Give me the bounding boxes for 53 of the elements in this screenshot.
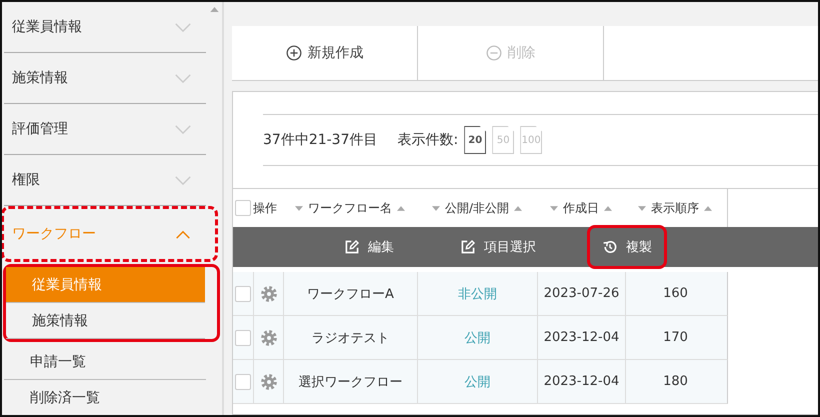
sort-up-icon[interactable]: [397, 206, 405, 210]
result-count: 37件中21-37件目: [263, 131, 378, 149]
sidebar-subitem[interactable]: 申請一覧: [4, 344, 206, 380]
settings-icon[interactable]: [260, 284, 278, 302]
history-icon: [602, 239, 618, 255]
settings-icon[interactable]: [260, 372, 278, 390]
sort-down-icon[interactable]: [432, 206, 440, 210]
column-header[interactable]: 公開/非公開: [417, 200, 537, 216]
edit-icon: [344, 239, 360, 255]
settings-icon[interactable]: [260, 328, 278, 346]
table-cell: 2023-12-04: [537, 360, 625, 403]
row-action-button[interactable]: 編集: [329, 225, 409, 269]
edit-icon: [460, 239, 476, 255]
minus-circle-icon: [486, 45, 502, 61]
column-header[interactable]: ワークフロー名: [283, 200, 417, 216]
chevron-down-icon: [174, 124, 192, 134]
chevron-down-icon: [174, 72, 192, 84]
row-action-button[interactable]: 複製: [587, 225, 667, 269]
column-header[interactable]: 表示順序: [625, 200, 725, 216]
table-cell: 2023-07-26: [537, 272, 625, 315]
table-cell: 選択ワークフロー: [283, 360, 417, 403]
checkbox[interactable]: [235, 374, 251, 390]
sort-down-icon[interactable]: [295, 206, 303, 210]
chevron-down-icon: [174, 22, 192, 32]
sidebar-item[interactable]: 権限: [4, 155, 206, 205]
table-cell: ラジオテスト: [283, 316, 417, 359]
chevron-up-icon: [174, 228, 192, 240]
table-cell: ワークフローA: [283, 272, 417, 315]
scroll-up-icon[interactable]: [210, 7, 219, 12]
table-cell: 2023-12-04: [537, 316, 625, 359]
page-size-label: 表示件数:: [398, 131, 458, 149]
sort-up-icon[interactable]: [704, 206, 712, 210]
page-size-option[interactable]: 20: [464, 126, 486, 154]
sort-up-icon[interactable]: [604, 206, 612, 210]
column-header: 操作: [253, 200, 278, 216]
row-action-button[interactable]: 項目選択: [445, 225, 551, 269]
sidebar-subitem[interactable]: 削除済一覧: [4, 380, 206, 415]
sidebar-item[interactable]: 評価管理: [4, 104, 206, 154]
table-cell: 160: [625, 272, 725, 315]
sidebar-subitem[interactable]: 施策情報: [6, 303, 206, 339]
sort-down-icon[interactable]: [550, 206, 558, 210]
table-cell: 170: [625, 316, 725, 359]
column-header[interactable]: 作成日: [537, 200, 625, 216]
checkbox[interactable]: [235, 286, 251, 302]
sidebar-item[interactable]: 従業員情報: [4, 2, 206, 52]
sort-up-icon[interactable]: [514, 206, 522, 210]
sidebar-item[interactable]: 施策情報: [4, 53, 206, 103]
checkbox[interactable]: [235, 330, 251, 346]
table-cell: 180: [625, 360, 725, 403]
checkbox[interactable]: [235, 200, 251, 216]
sort-down-icon[interactable]: [638, 206, 646, 210]
chevron-down-icon: [174, 174, 192, 186]
plus-circle-icon: [286, 45, 302, 61]
